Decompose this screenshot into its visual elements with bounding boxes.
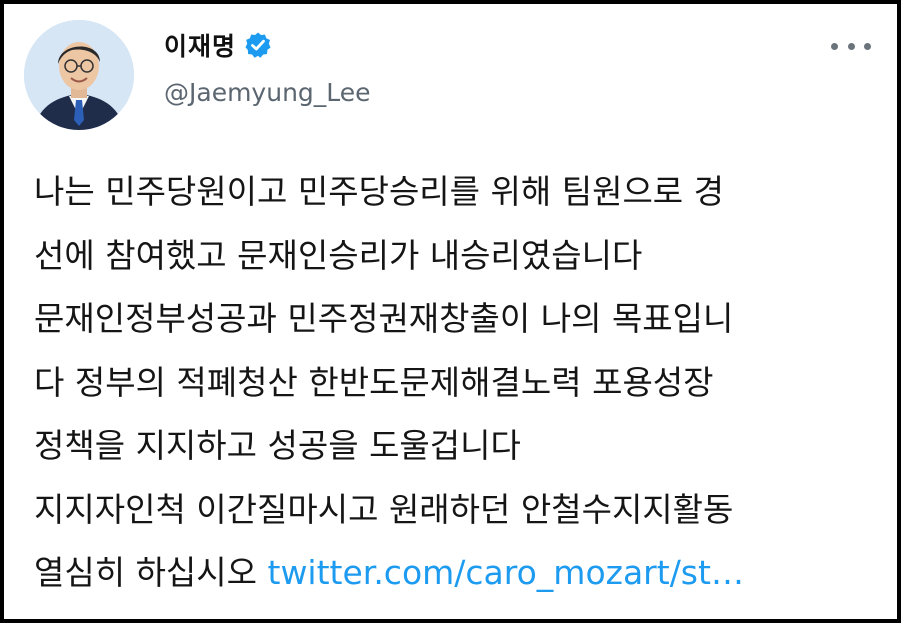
avatar-portrait-image [24,20,134,130]
tweet-text-line: 선에 참여했고 문재인승리가 내승리였습니다 [34,235,643,275]
tweet-text-line: 다 정부의 적폐청산 한반도문제해결노력 포용성장 [34,362,714,402]
author-name-row: 이재명 [164,28,272,62]
author-handle[interactable]: @Jaemyung_Lee [164,78,371,107]
tweet-text-fragment: 열심히 하십시오 [34,553,268,592]
tweet-link[interactable]: twitter.com/caro_mozart/st… [268,553,744,592]
tweet-text-line: 나는 민주당원이고 민주당승리를 위해 팀원으로 경 [34,172,725,211]
avatar[interactable] [24,20,134,130]
tweet-card: 이재명 @Jaemyung_Lee 나는 민주당원이고 민주당승리를 위해 팀원… [0,0,901,623]
more-dot [831,42,838,50]
more-dot [847,42,855,50]
more-dot [864,42,871,50]
more-horizontal-icon[interactable] [831,34,871,58]
author-display-name[interactable]: 이재명 [164,27,236,63]
tweet-text: 나는 민주당원이고 민주당승리를 위해 팀원으로 경 선에 참여했고 문재인승리… [34,160,884,605]
tweet-text-line: 정책을 지지하고 성공을 도울겁니다 [34,426,521,465]
tweet-text-line: 지지자인척 이간질마시고 원래하던 안철수지지활동 [34,489,734,529]
verified-badge-icon [244,31,272,59]
tweet-text-line: 문재인정부성공과 민주정권재창출이 나의 목표입니 [34,299,734,338]
tweet-text-last-line: 열심히 하십시오 twitter.com/caro_mozart/st… [34,541,884,605]
